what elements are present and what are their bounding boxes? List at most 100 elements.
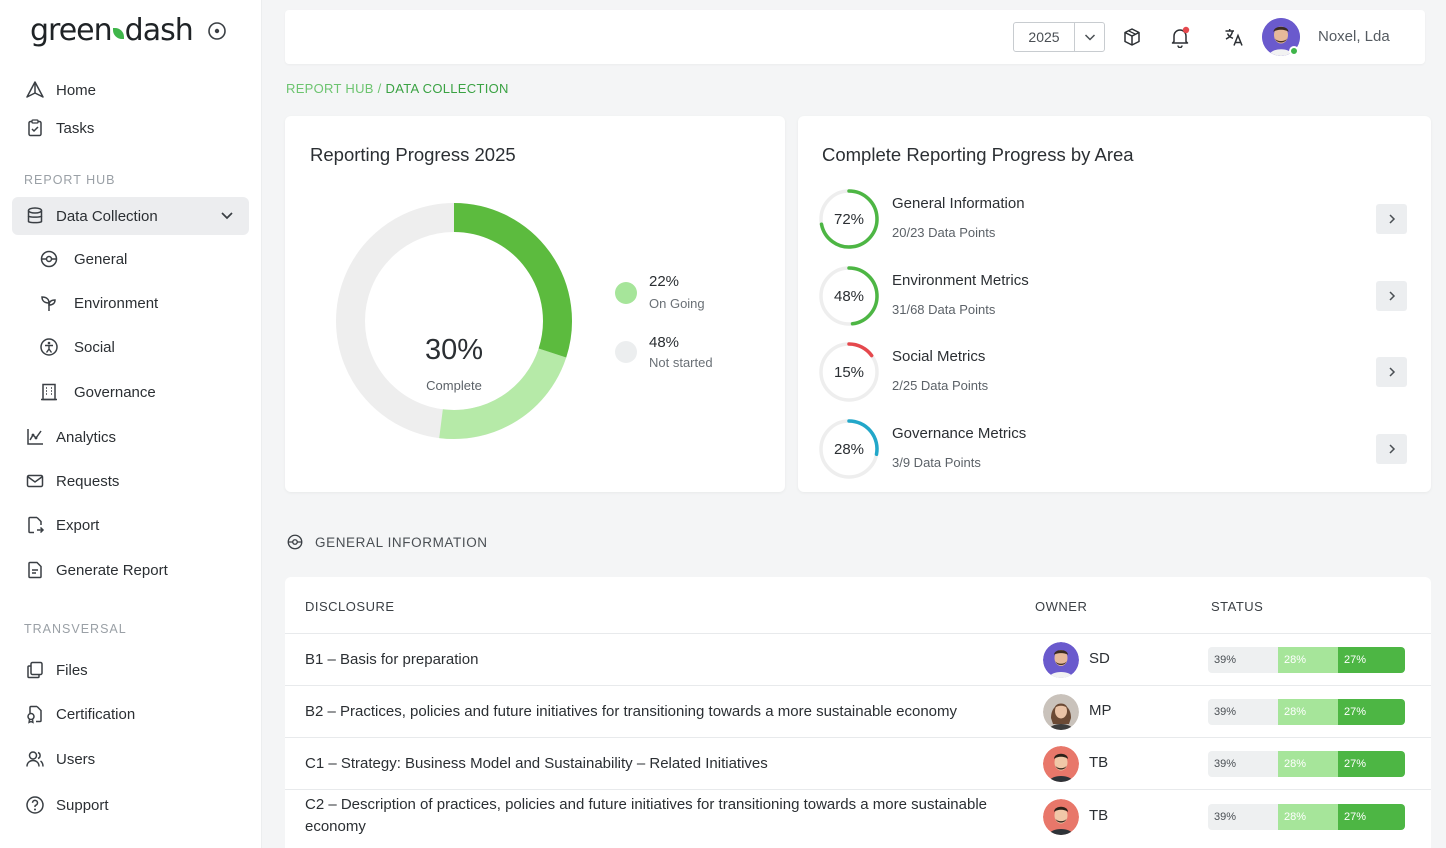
disclosure-cell: C2 – Description of practices, policies … [305,796,988,835]
sidebar-item-label: Requests [56,472,120,490]
owner-avatar [1043,694,1079,730]
area-pct: 48% [833,287,865,305]
owner-avatar [1043,799,1079,835]
general-information-section-header: GENERAL INFORMATION [286,533,488,551]
column-header-status[interactable]: STATUS [1211,599,1263,614]
logo-text-left: green [30,12,113,48]
sidebar-item-requests[interactable]: Requests [12,462,249,500]
area-row-social: 15% Social Metrics 2/25 Data Points [818,341,1408,405]
area-points: 31/68 Data Points [892,302,996,317]
sidebar-item-export[interactable]: Export [12,506,249,544]
status-not-started-segment: 39% [1208,699,1278,725]
breadcrumb-root[interactable]: REPORT HUB [286,81,374,96]
year-select-value: 2025 [1028,29,1060,45]
donut-complete-segment [453,203,572,358]
sidebar-subitem-label: General [74,250,128,268]
translate-icon[interactable] [1222,25,1246,49]
area-pct: 28% [833,440,865,458]
sidebar-item-certification[interactable]: Certification [12,695,249,733]
status-progress-bar: 39% 28% 27% [1208,647,1405,673]
area-pct: 72% [833,210,865,228]
sidebar-item-home[interactable]: Home [12,71,249,109]
certificate-icon [24,703,46,725]
open-area-button[interactable] [1376,434,1407,464]
status-complete-segment: 27% [1338,751,1405,777]
table-row[interactable]: C1 – Strategy: Business Model and Sustai… [285,737,1431,789]
cube-icon[interactable] [1120,25,1144,49]
users-icon [24,748,46,770]
sidebar-item-label: Users [56,750,96,768]
status-not-started-segment: 39% [1208,804,1278,830]
area-row-governance: 28% Governance Metrics 3/9 Data Points [818,418,1408,482]
sidebar-item-users[interactable]: Users [12,740,249,778]
sidebar-subitem-governance[interactable]: Governance [28,374,248,410]
table-row[interactable]: C2 – Description of practices, policies … [285,789,1431,848]
legend-not-started-label: Not started [649,355,713,370]
area-card-title: Complete Reporting Progress by Area [822,144,1134,165]
status-not-started-segment: 39% [1208,751,1278,777]
chevron-right-icon [1388,367,1395,377]
sidebar-subitem-environment[interactable]: Environment [28,285,248,321]
disclosure-cell: B1 – Basis for preparation [305,651,479,668]
table-row[interactable]: B2 – Practices, policies and future init… [285,685,1431,737]
breadcrumb-separator: / [373,81,386,96]
transversal-section-label: TRANSVERSAL [24,622,127,636]
owner-initials: SD [1089,650,1110,667]
sidebar-item-data-collection[interactable]: Data Collection [12,197,249,235]
leaf-icon [112,27,124,39]
area-name: General Information [892,195,1025,212]
status-complete-segment: 27% [1338,804,1405,830]
table-row[interactable]: B1 – Basis for preparation SD 39% 28% 27… [285,633,1431,685]
status-ongoing-segment: 28% [1278,647,1338,673]
status-progress-bar: 39% 28% 27% [1208,804,1405,830]
bell-icon[interactable] [1168,25,1192,49]
breadcrumb: REPORT HUB / DATA COLLECTION [286,81,509,96]
collapse-sidebar-icon[interactable] [207,21,227,41]
owner-initials: TB [1089,754,1109,771]
sidebar-item-generate-report[interactable]: Generate Report [12,551,249,589]
legend-not-started-pct: 48% [649,334,680,351]
export-icon [24,514,46,536]
owner-avatar [1043,746,1079,782]
area-points: 3/9 Data Points [892,455,981,470]
sidebar-item-files[interactable]: Files [12,651,249,689]
donut-center-value: 30% [424,334,484,366]
help-icon [24,794,46,816]
disclosure-cell: B2 – Practices, policies and future init… [305,703,957,720]
sidebar-item-analytics[interactable]: Analytics [12,418,249,456]
owner-initials: TB [1089,807,1109,824]
chevron-down-icon [219,207,235,227]
open-area-button[interactable] [1376,281,1407,311]
year-select[interactable]: 2025 [1013,22,1105,52]
area-pct: 15% [833,363,865,381]
column-header-disclosure[interactable]: DISCLOSURE [305,599,395,614]
status-ongoing-segment: 28% [1278,804,1338,830]
status-complete-segment: 27% [1338,647,1405,673]
open-area-button[interactable] [1376,357,1407,387]
tasks-icon [24,117,46,139]
area-points: 20/23 Data Points [892,225,996,240]
sidebar-item-support[interactable]: Support [12,786,249,824]
sidebar-item-label: Tasks [56,119,95,137]
progress-card-title: Reporting Progress 2025 [310,144,516,165]
chevron-down-icon[interactable] [1074,23,1104,51]
top-header: 2025 Noxel, Lda [285,10,1425,64]
sidebar-item-label: Analytics [56,428,117,446]
sidebar-item-tasks[interactable]: Tasks [12,109,249,147]
column-header-owner[interactable]: OWNER [1035,599,1087,614]
sidebar-subitem-social[interactable]: Social [28,329,248,365]
status-progress-bar: 39% 28% 27% [1208,699,1405,725]
disclosure-cell: C1 – Strategy: Business Model and Sustai… [305,755,768,772]
sidebar-subitem-general[interactable]: General [28,241,248,277]
logo-text-right: dash [124,12,194,48]
sidebar-item-label: Generate Report [56,561,168,579]
status-progress-bar: 39% 28% 27% [1208,751,1405,777]
target-icon [38,248,60,270]
mail-icon [24,470,46,492]
open-area-button[interactable] [1376,204,1407,234]
user-name[interactable]: Noxel, Lda [1318,28,1390,45]
reporting-progress-card: Reporting Progress 2025 30% Complete 22%… [285,116,785,492]
greendash-logo[interactable]: green dash [30,12,194,48]
sidebar-subitem-label: Governance [74,383,156,401]
area-name: Social Metrics [892,348,986,365]
